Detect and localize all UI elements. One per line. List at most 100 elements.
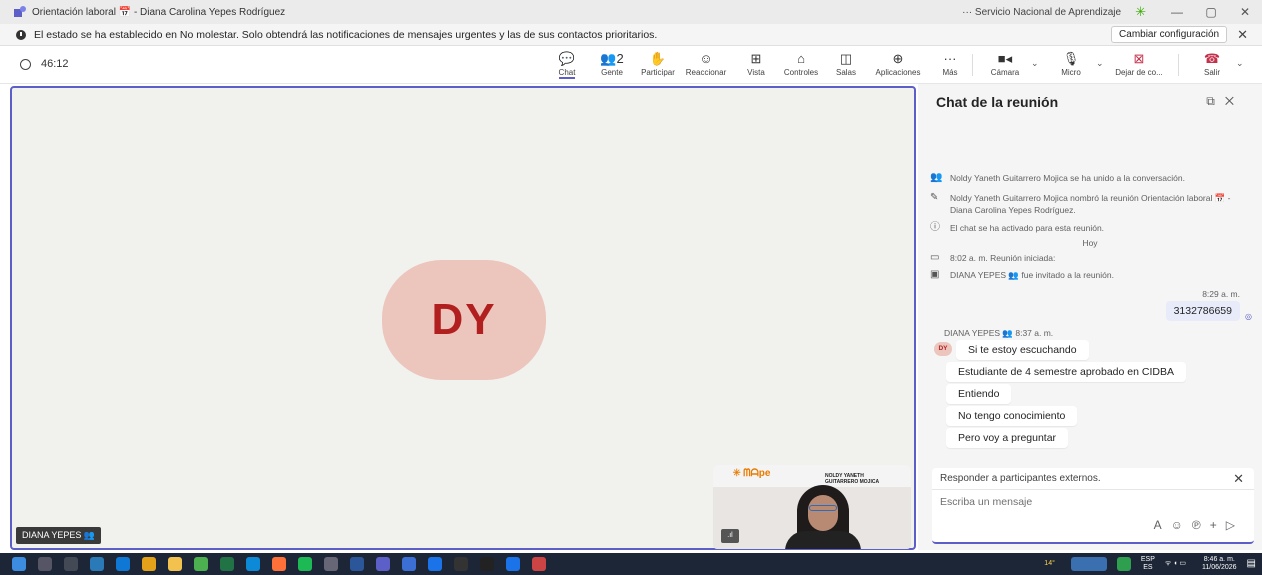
stop-share-icon: ⊠ xyxy=(1133,51,1145,66)
external-participants-note: Responder a participantes externos. ✕ xyxy=(932,468,1254,490)
dnd-message: El estado se ha establecido en No molest… xyxy=(34,28,658,41)
chat-message[interactable]: Si te estoy escuchando xyxy=(956,340,1089,360)
rooms-button[interactable]: ◫ Salas xyxy=(833,50,859,82)
shield-icon xyxy=(20,58,31,70)
teams-logo-icon xyxy=(14,6,26,18)
view-button[interactable]: ⊞ Vista xyxy=(741,50,771,82)
task-view-icon[interactable] xyxy=(64,557,78,571)
signal-icon: .ıl xyxy=(721,529,739,543)
meeting-indicator-icon[interactable] xyxy=(1070,557,1107,571)
system-tray: 14° ESP ES ᯤ ◖ ▭ 8:46 a. m. 11/06/2026 ▤ xyxy=(1034,553,1256,575)
teams-window: Orientación laboral 📅 - Diana Carolina Y… xyxy=(0,0,1262,575)
chat-title: Chat de la reunión xyxy=(936,94,1059,110)
title-bar: Orientación laboral 📅 - Diana Carolina Y… xyxy=(0,0,1262,24)
chat-icon: 💬 xyxy=(558,51,576,66)
whatsapp-icon[interactable] xyxy=(194,557,208,571)
invite-icon: ▣ xyxy=(930,269,940,280)
camera-icon: ■◂ xyxy=(997,51,1013,66)
info-icon: ⓘ xyxy=(930,222,940,233)
chatgpt-icon[interactable] xyxy=(480,557,494,571)
grid-icon: ⊞ xyxy=(750,51,762,66)
organization-logo: ✳ ᗰᗩpe xyxy=(733,468,771,479)
person-shirt xyxy=(785,531,861,549)
popout-icon[interactable]: ⧉ xyxy=(1206,94,1225,108)
app-icon[interactable] xyxy=(532,557,546,571)
dismiss-note-icon[interactable]: ✕ xyxy=(1233,471,1244,487)
message-input[interactable]: Escriba un mensaje xyxy=(940,496,1032,508)
restore-button[interactable]: ▢ xyxy=(1194,5,1228,19)
widgets-icon[interactable] xyxy=(90,557,104,571)
microphone-icon: 🎙 xyxy=(1062,51,1080,66)
teams-icon[interactable] xyxy=(376,557,390,571)
day-separator: Hoy xyxy=(1082,238,1098,248)
word-icon[interactable] xyxy=(350,557,364,571)
notepad-icon[interactable] xyxy=(402,557,416,571)
camera-icon: ▭ xyxy=(930,252,940,263)
chat-button[interactable]: 💬 Chat xyxy=(552,50,582,82)
camera-button[interactable]: ■◂ Cámara xyxy=(988,50,1022,82)
people-button[interactable]: 👥2 Gente xyxy=(595,50,629,82)
controls-icon: ⌂ xyxy=(797,51,805,66)
format-icon[interactable]: A xyxy=(1154,518,1171,532)
org-logo-icon: ✳ xyxy=(1135,4,1146,19)
mic-options-chevron-icon[interactable]: ⌄ xyxy=(1096,58,1104,69)
add-app-icon: ⊕ xyxy=(892,51,904,66)
drive-icon[interactable] xyxy=(506,557,520,571)
hang-up-icon: ☎ xyxy=(1203,51,1221,66)
system-event: ⓘ El chat se ha activado para esta reunió… xyxy=(930,222,1105,233)
start-icon[interactable] xyxy=(12,557,26,571)
app-icon[interactable] xyxy=(454,557,468,571)
compose-box: Responder a participantes externos. ✕ Esc… xyxy=(932,468,1254,544)
my-message[interactable]: 3132786659 xyxy=(1165,301,1240,321)
minimize-button[interactable]: — xyxy=(1160,5,1194,19)
react-button[interactable]: ☺ Reaccionar xyxy=(683,50,729,82)
raise-hand-button[interactable]: ✋ Participar xyxy=(636,50,680,82)
emoji-icon[interactable]: ☺ xyxy=(1171,518,1192,532)
clock[interactable]: 8:46 a. m. 11/06/2026 xyxy=(1202,556,1237,572)
leave-button[interactable]: ☎ Salir xyxy=(1198,50,1226,82)
send-icon[interactable]: ▷ xyxy=(1226,518,1244,532)
search-icon[interactable] xyxy=(38,557,52,571)
system-event: ▭ 8:02 a. m. Reunión iniciada: xyxy=(930,252,1056,263)
self-video-tile[interactable]: ✳ ᗰᗩpe NOLDY YANETH GUITARRERO MOJICA .ıl xyxy=(713,465,911,549)
stop-sharing-button[interactable]: ⊠ Dejar de co... xyxy=(1112,50,1166,82)
more-icon: ··· xyxy=(943,51,957,66)
people-icon: 👥 xyxy=(930,172,943,183)
outlook-icon[interactable] xyxy=(116,557,130,571)
dismiss-banner-button[interactable]: ✕ xyxy=(1237,27,1248,43)
chat-message[interactable]: No tengo conocimiento xyxy=(946,406,1078,426)
spotify-icon[interactable] xyxy=(298,557,312,571)
chrome-icon[interactable] xyxy=(142,557,156,571)
more-button[interactable]: ··· Más xyxy=(938,50,962,82)
mic-button[interactable]: 🎙 Micro xyxy=(1056,50,1086,82)
apps-button[interactable]: ⊕ Aplicaciones xyxy=(872,50,924,82)
messenger-icon[interactable] xyxy=(428,557,442,571)
edge-icon[interactable] xyxy=(246,557,260,571)
chat-message[interactable]: Pero voy a preguntar xyxy=(946,428,1069,448)
change-settings-button[interactable]: Cambiar configuración xyxy=(1111,26,1228,43)
close-window-button[interactable]: ✕ xyxy=(1228,5,1262,19)
window-title: Orientación laboral 📅 - Diana Carolina Y… xyxy=(32,6,286,18)
network-volume-battery-icons[interactable]: ᯤ ◖ ▭ xyxy=(1165,560,1186,568)
file-explorer-icon[interactable] xyxy=(168,557,182,571)
sender-avatar: DY xyxy=(934,342,952,356)
excel-icon[interactable] xyxy=(220,557,234,571)
weather-widget[interactable]: 14° xyxy=(1044,560,1055,568)
info-icon xyxy=(16,29,26,40)
leave-options-chevron-icon[interactable]: ⌄ xyxy=(1236,58,1244,69)
pencil-icon: ✎ xyxy=(930,192,939,203)
loop-icon[interactable]: ℗ xyxy=(1192,518,1210,532)
controls-button[interactable]: ⌂ Controles xyxy=(780,50,822,82)
language-indicator[interactable]: ESP ES xyxy=(1141,556,1155,572)
app-icon[interactable] xyxy=(324,557,338,571)
mic-status-icon[interactable] xyxy=(1116,557,1131,571)
notifications-icon[interactable]: ▤ xyxy=(1247,559,1256,569)
do-not-disturb-banner: El estado se ha establecido en No molest… xyxy=(0,24,1262,46)
chat-message[interactable]: Entiendo xyxy=(946,384,1012,404)
close-chat-icon[interactable]: ✕ xyxy=(1225,94,1244,108)
add-icon[interactable]: + xyxy=(1210,518,1226,532)
chat-message[interactable]: Estudiante de 4 semestre aprobado en CID… xyxy=(946,362,1186,382)
camera-options-chevron-icon[interactable]: ⌄ xyxy=(1031,58,1039,69)
organization-label[interactable]: ··· Servicio Nacional de Aprendizaje xyxy=(962,7,1121,18)
firefox-icon[interactable] xyxy=(272,557,286,571)
